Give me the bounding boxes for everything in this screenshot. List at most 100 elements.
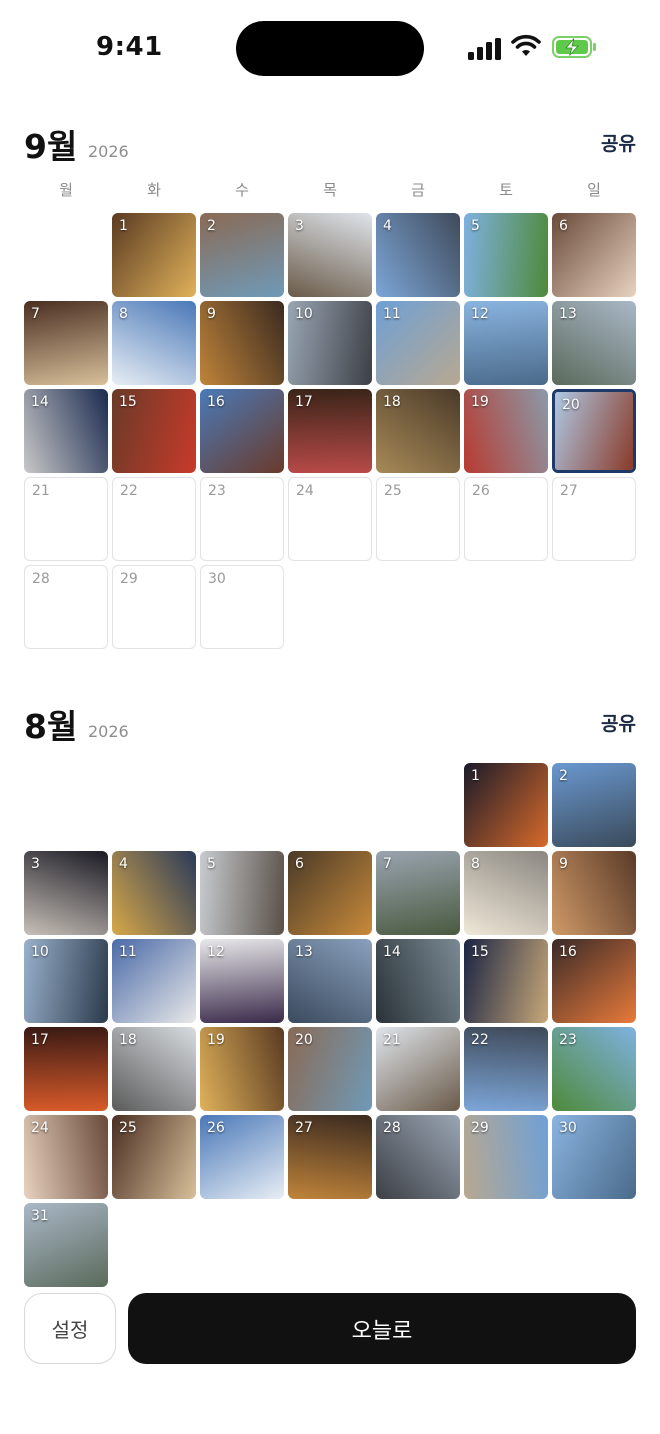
day-number: 5 bbox=[207, 856, 216, 872]
day-cell-photo[interactable]: 18 bbox=[112, 1027, 196, 1111]
day-number: 16 bbox=[559, 944, 577, 960]
weekday-mon: 월 bbox=[59, 181, 73, 199]
day-cell-photo[interactable]: 11 bbox=[112, 939, 196, 1023]
day-cell-photo[interactable]: 21 bbox=[376, 1027, 460, 1111]
day-number: 10 bbox=[31, 944, 49, 960]
day-number: 21 bbox=[383, 1032, 401, 1048]
day-number: 13 bbox=[295, 944, 313, 960]
day-cell-empty[interactable]: 25 bbox=[376, 477, 460, 561]
day-number: 24 bbox=[31, 1120, 49, 1136]
day-cell-photo[interactable]: 5 bbox=[464, 213, 548, 297]
status-bar: 9:41 bbox=[0, 0, 660, 96]
day-number: 5 bbox=[471, 218, 480, 234]
day-cell-photo[interactable]: 31 bbox=[24, 1203, 108, 1287]
day-cell-photo[interactable]: 23 bbox=[552, 1027, 636, 1111]
day-cell-photo[interactable]: 5 bbox=[200, 851, 284, 935]
day-number: 30 bbox=[208, 571, 226, 587]
day-cell-empty[interactable]: 27 bbox=[552, 477, 636, 561]
day-number: 11 bbox=[383, 306, 401, 322]
day-cell-photo[interactable]: 7 bbox=[24, 301, 108, 385]
day-cell-photo[interactable]: 22 bbox=[464, 1027, 548, 1111]
day-number: 13 bbox=[559, 306, 577, 322]
settings-button[interactable]: 설정 bbox=[24, 1293, 116, 1364]
day-cell-photo[interactable]: 25 bbox=[112, 1115, 196, 1199]
day-cell-photo[interactable]: 4 bbox=[376, 213, 460, 297]
day-cell-photo[interactable]: 1 bbox=[464, 763, 548, 847]
day-cell-empty[interactable]: 21 bbox=[24, 477, 108, 561]
day-cell-photo[interactable]: 29 bbox=[464, 1115, 548, 1199]
day-cell-photo[interactable]: 15 bbox=[112, 389, 196, 473]
day-cell-photo[interactable]: 8 bbox=[112, 301, 196, 385]
day-cell-photo[interactable]: 2 bbox=[552, 763, 636, 847]
weekday-tue: 화 bbox=[147, 181, 161, 199]
day-cell-photo[interactable]: 15 bbox=[464, 939, 548, 1023]
day-cell-photo[interactable]: 14 bbox=[24, 389, 108, 473]
day-cell-photo[interactable]: 19 bbox=[464, 389, 548, 473]
share-button[interactable]: 공유 bbox=[601, 129, 636, 156]
day-cell-photo[interactable]: 10 bbox=[288, 301, 372, 385]
day-number: 27 bbox=[295, 1120, 313, 1136]
day-number: 20 bbox=[295, 1032, 313, 1048]
day-cell-photo[interactable]: 17 bbox=[288, 389, 372, 473]
day-cell-photo[interactable]: 17 bbox=[24, 1027, 108, 1111]
day-cell-photo[interactable]: 16 bbox=[200, 389, 284, 473]
day-number: 1 bbox=[471, 768, 480, 784]
day-cell-photo[interactable]: 24 bbox=[24, 1115, 108, 1199]
day-cell-photo[interactable]: 9 bbox=[200, 301, 284, 385]
day-cell-empty[interactable]: 30 bbox=[200, 565, 284, 649]
day-number: 25 bbox=[119, 1120, 137, 1136]
go-to-today-button[interactable]: 오늘로 bbox=[128, 1293, 636, 1364]
day-cell-empty[interactable]: 26 bbox=[464, 477, 548, 561]
day-cell-empty[interactable]: 24 bbox=[288, 477, 372, 561]
day-cell-photo[interactable]: 28 bbox=[376, 1115, 460, 1199]
day-number: 16 bbox=[207, 394, 225, 410]
day-cell-photo[interactable]: 7 bbox=[376, 851, 460, 935]
day-cell-photo[interactable]: 20 bbox=[288, 1027, 372, 1111]
day-cell-empty[interactable]: 23 bbox=[200, 477, 284, 561]
day-cell-photo[interactable]: 13 bbox=[288, 939, 372, 1023]
day-cell-photo[interactable]: 8 bbox=[464, 851, 548, 935]
day-cell-empty[interactable]: 22 bbox=[112, 477, 196, 561]
day-number: 11 bbox=[119, 944, 137, 960]
day-cell-photo[interactable]: 4 bbox=[112, 851, 196, 935]
month-title: 9월 bbox=[24, 127, 78, 166]
day-number: 19 bbox=[207, 1032, 225, 1048]
share-button[interactable]: 공유 bbox=[601, 709, 636, 736]
day-number: 3 bbox=[295, 218, 304, 234]
day-number: 23 bbox=[208, 483, 226, 499]
day-cell-photo[interactable]: 6 bbox=[552, 213, 636, 297]
day-cell-photo[interactable]: 27 bbox=[288, 1115, 372, 1199]
day-number: 15 bbox=[119, 394, 137, 410]
day-number: 8 bbox=[119, 306, 128, 322]
day-cell-photo[interactable]: 16 bbox=[552, 939, 636, 1023]
battery-charging-icon bbox=[552, 36, 596, 58]
day-cell-photo[interactable]: 26 bbox=[200, 1115, 284, 1199]
day-number: 17 bbox=[31, 1032, 49, 1048]
day-cell-photo[interactable]: 12 bbox=[464, 301, 548, 385]
day-number: 1 bbox=[119, 218, 128, 234]
calendar-grid: 1 2 3 4 5 6 7 8 9 10 11 12 13 14 15 16 17 18 19 20 21 22 23 24 2… bbox=[24, 213, 636, 653]
day-number: 20 bbox=[562, 397, 580, 413]
day-cell-photo[interactable]: 30 bbox=[552, 1115, 636, 1199]
day-cell-photo[interactable]: 18 bbox=[376, 389, 460, 473]
day-cell-photo[interactable]: 6 bbox=[288, 851, 372, 935]
day-number: 2 bbox=[207, 218, 216, 234]
day-cell-photo[interactable]: 2 bbox=[200, 213, 284, 297]
day-cell-photo[interactable]: 10 bbox=[24, 939, 108, 1023]
day-cell-photo[interactable]: 12 bbox=[200, 939, 284, 1023]
day-cell-photo[interactable]: 1 bbox=[112, 213, 196, 297]
day-cell-photo[interactable]: 20 bbox=[552, 389, 636, 473]
wifi-icon bbox=[511, 34, 541, 56]
day-cell-photo[interactable]: 14 bbox=[376, 939, 460, 1023]
day-cell-photo[interactable]: 19 bbox=[200, 1027, 284, 1111]
day-number: 9 bbox=[559, 856, 568, 872]
day-cell-photo[interactable]: 3 bbox=[288, 213, 372, 297]
day-cell-photo[interactable]: 13 bbox=[552, 301, 636, 385]
day-cell-photo[interactable]: 3 bbox=[24, 851, 108, 935]
day-cell-photo[interactable]: 11 bbox=[376, 301, 460, 385]
day-cell-empty[interactable]: 29 bbox=[112, 565, 196, 649]
day-cell-empty[interactable]: 28 bbox=[24, 565, 108, 649]
month-title: 8월 bbox=[24, 707, 78, 746]
day-cell-photo[interactable]: 9 bbox=[552, 851, 636, 935]
day-number: 28 bbox=[383, 1120, 401, 1136]
